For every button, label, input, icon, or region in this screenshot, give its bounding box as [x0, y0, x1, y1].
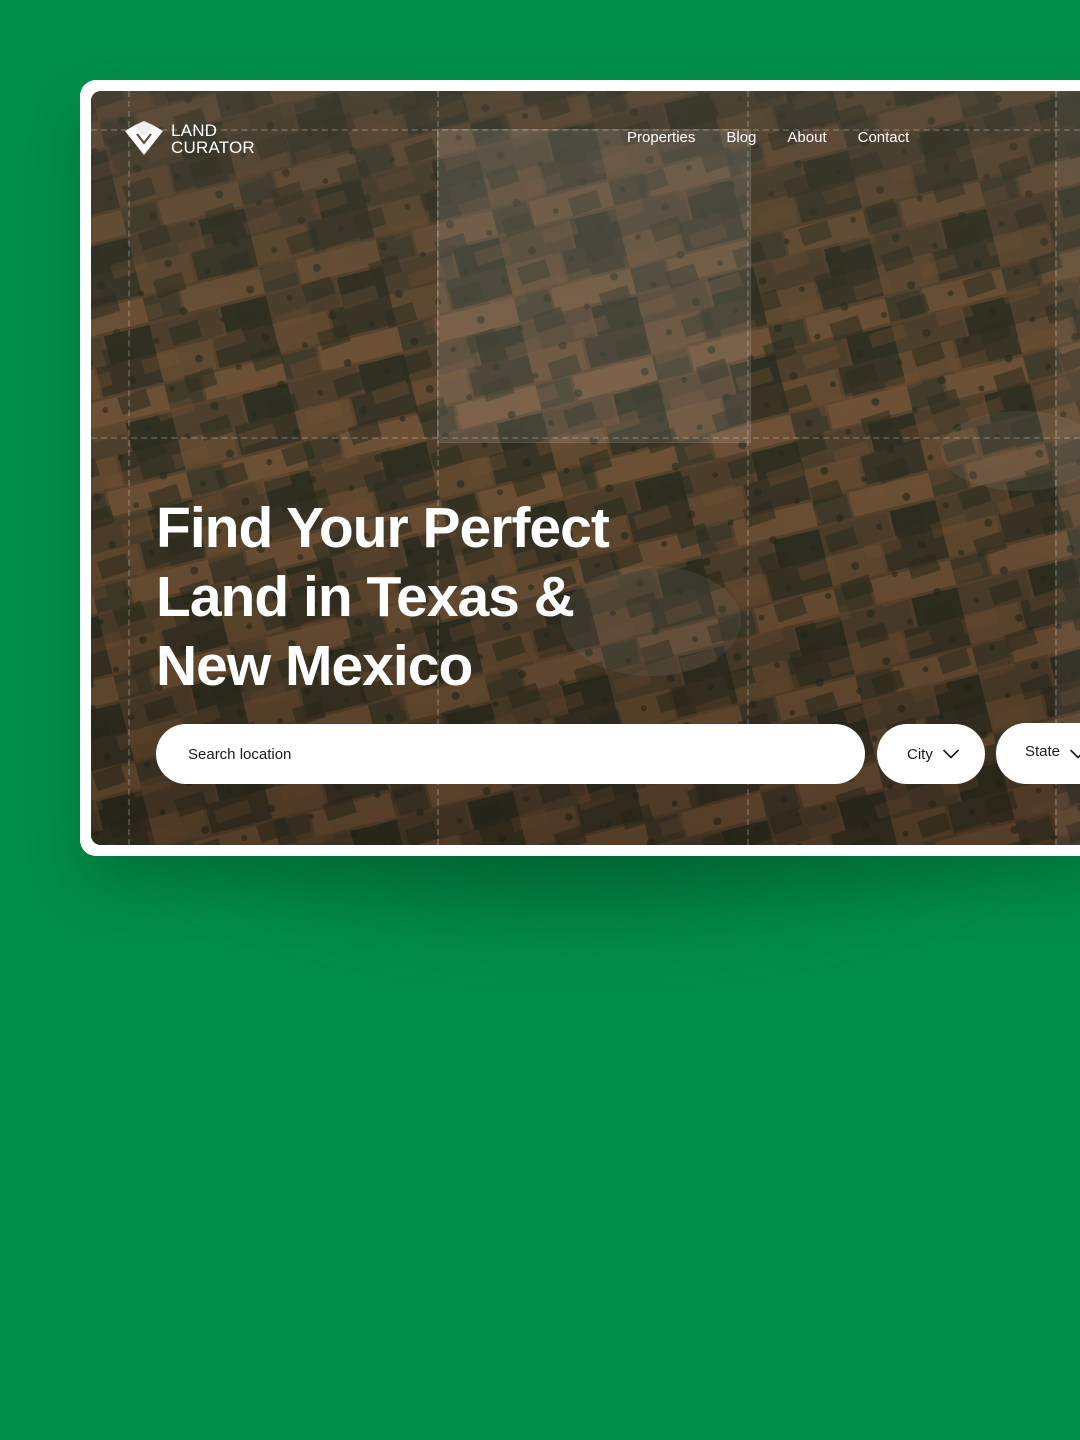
grid-guide-line: [128, 91, 130, 845]
state-dropdown-label: State: [1025, 743, 1061, 760]
nav-link-properties[interactable]: Properties: [627, 129, 695, 146]
city-dropdown[interactable]: City: [877, 724, 985, 784]
chevron-down-icon: [1070, 749, 1080, 758]
website-preview-frame: LAND CURATOR Properties Blog About Conta…: [80, 80, 1080, 856]
main-navigation: Properties Blog About Contact: [627, 129, 940, 146]
city-dropdown-label: City: [907, 745, 933, 763]
hero-section: LAND CURATOR Properties Blog About Conta…: [91, 91, 1080, 845]
brand-logo[interactable]: LAND CURATOR: [125, 121, 255, 157]
brand-name: LAND CURATOR: [171, 122, 255, 156]
brand-name-line-1: LAND: [171, 121, 218, 140]
page: LAND CURATOR Properties Blog About Conta…: [0, 0, 1080, 1440]
chevron-down-icon: [943, 749, 959, 759]
hero-headline-line-3: New Mexico: [156, 634, 473, 698]
nav-link-about[interactable]: About: [787, 129, 826, 146]
nav-link-contact[interactable]: Contact: [858, 129, 910, 146]
state-dropdown[interactable]: State: [996, 723, 1080, 784]
decorative-glass-panel: [437, 129, 751, 443]
hero-headline-line-2: Land in Texas &: [156, 565, 575, 629]
grid-guide-line: [91, 437, 1080, 439]
hero-headline: Find Your Perfect Land in Texas & New Me…: [156, 494, 610, 701]
nav-link-blog[interactable]: Blog: [726, 129, 756, 146]
search-location-field[interactable]: [156, 724, 865, 784]
land-curator-logo-icon: [125, 121, 163, 155]
search-location-input[interactable]: [186, 744, 790, 764]
brand-name-line-2: CURATOR: [171, 138, 255, 157]
hero-headline-line-1: Find Your Perfect: [156, 496, 610, 560]
